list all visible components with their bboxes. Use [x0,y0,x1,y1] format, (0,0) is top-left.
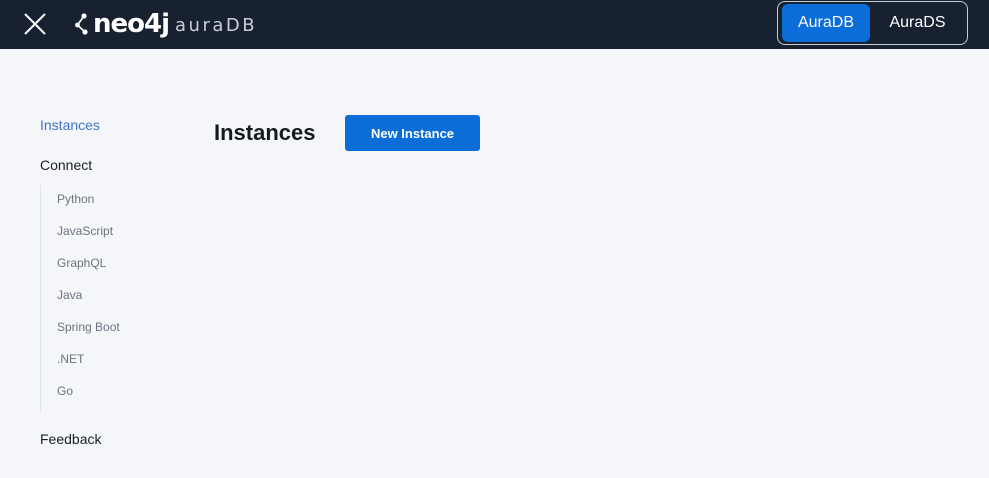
sidebar-item-spring-boot[interactable]: Spring Boot [57,320,120,334]
sidebar-item-dotnet[interactable]: .NET [57,352,84,366]
sidebar-item-go[interactable]: Go [57,384,73,398]
sidebar-item-instances[interactable]: Instances [40,117,100,133]
close-icon [24,13,46,35]
auradb-button[interactable]: AuraDB [782,4,871,42]
sidebar-item-graphql[interactable]: GraphQL [57,256,106,270]
close-button[interactable] [20,10,50,38]
connect-submenu: Python JavaScript GraphQL Java Spring Bo… [40,185,190,411]
logo-brand-text: neo4j [93,9,170,39]
sidebar-item-python[interactable]: Python [57,192,94,206]
sidebar-item-javascript[interactable]: JavaScript [57,224,113,238]
neo4j-aura-logo[interactable]: neo4j auraDB [74,6,257,42]
product-switch: AuraDB AuraDS [777,1,968,45]
sidebar-item-feedback[interactable]: Feedback [40,431,101,447]
logo-product-text: auraDB [175,14,258,36]
new-instance-button[interactable]: New Instance [345,115,480,151]
aurads-button[interactable]: AuraDS [872,4,963,42]
sidebar-item-connect[interactable]: Connect [40,157,92,173]
neo4j-graph-icon [75,13,88,35]
sidebar-item-java[interactable]: Java [57,288,82,302]
sidebar: Instances Connect Python JavaScript Grap… [0,49,190,478]
page-title: Instances [214,120,316,145]
top-bar: neo4j auraDB AuraDB AuraDS [0,0,989,49]
